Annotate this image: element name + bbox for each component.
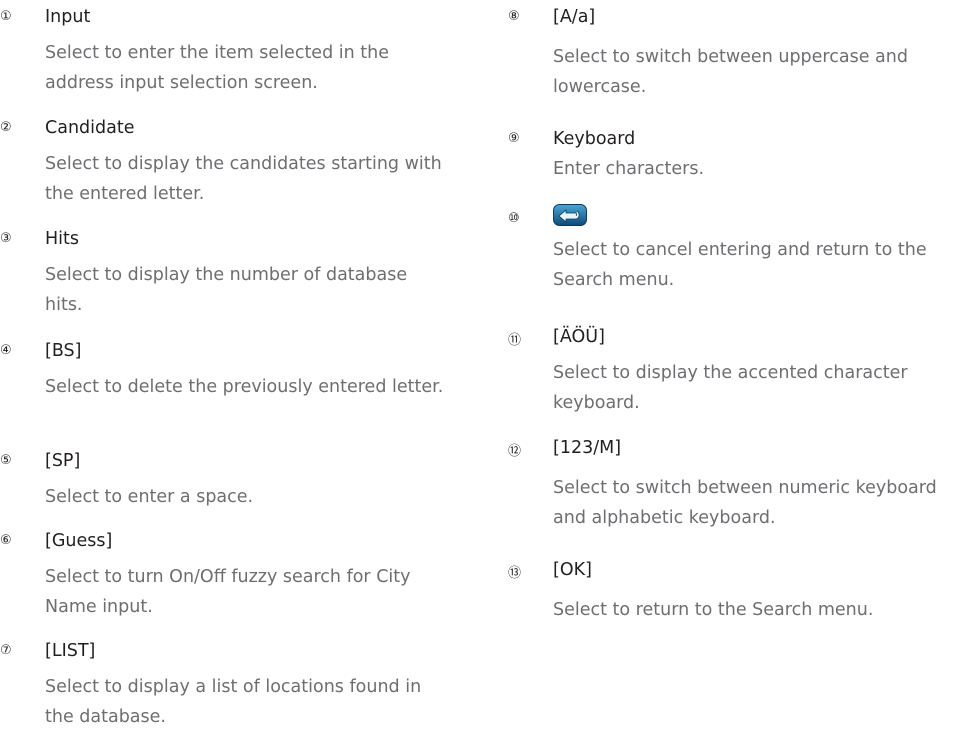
item-description: Select to display the candidates startin…: [45, 154, 442, 204]
item-description: Select to enter the item selected in the…: [45, 43, 389, 93]
item-term: [123/M]: [553, 438, 622, 458]
item-number: ⑨: [508, 131, 520, 146]
item-number: ⑤: [0, 453, 12, 468]
item-description: Select to cancel entering and return to …: [553, 240, 927, 290]
item-description: Select to switch between uppercase and l…: [553, 47, 908, 97]
item-term: [BS]: [45, 341, 82, 361]
item-number: ③: [0, 231, 12, 246]
item-term: [SP]: [45, 451, 81, 471]
item-number: ①: [0, 9, 12, 24]
item-description: Select to delete the previously entered …: [45, 377, 444, 397]
item-term: Candidate: [45, 118, 135, 138]
item-description: Select to turn On/Off fuzzy search for C…: [45, 567, 411, 617]
item-number: ⑩: [508, 211, 520, 226]
item-number: ⑬: [508, 566, 522, 581]
item-term: Hits: [45, 229, 80, 249]
item-term: Keyboard: [553, 129, 636, 149]
item-description: Select to enter a space.: [45, 487, 254, 507]
item-number: ⑫: [508, 444, 522, 459]
item-term: [ÄÖÜ]: [553, 327, 605, 347]
item-description: Select to display a list of locations fo…: [45, 677, 422, 727]
item-description: Select to switch between numeric keyboar…: [553, 478, 937, 528]
item-number: ②: [0, 120, 12, 135]
item-term: [A/a]: [553, 7, 596, 27]
item-description: Select to return to the Search menu.: [553, 600, 874, 620]
item-term: Input: [45, 7, 91, 27]
item-term: [LIST]: [45, 641, 96, 661]
item-description: Select to display the accented character…: [553, 363, 908, 413]
item-term: [553, 204, 587, 232]
item-number: ⑦: [0, 643, 12, 658]
item-number: ⑧: [508, 9, 520, 24]
item-number: ⑥: [0, 533, 12, 548]
item-term: [Guess]: [45, 531, 113, 551]
item-description: Enter characters.: [553, 159, 705, 179]
return-arrow-icon: [553, 204, 587, 226]
item-number: ④: [0, 343, 12, 358]
item-number: ⑪: [508, 333, 522, 348]
item-term: [OK]: [553, 560, 592, 580]
item-description: Select to display the number of database…: [45, 265, 408, 315]
